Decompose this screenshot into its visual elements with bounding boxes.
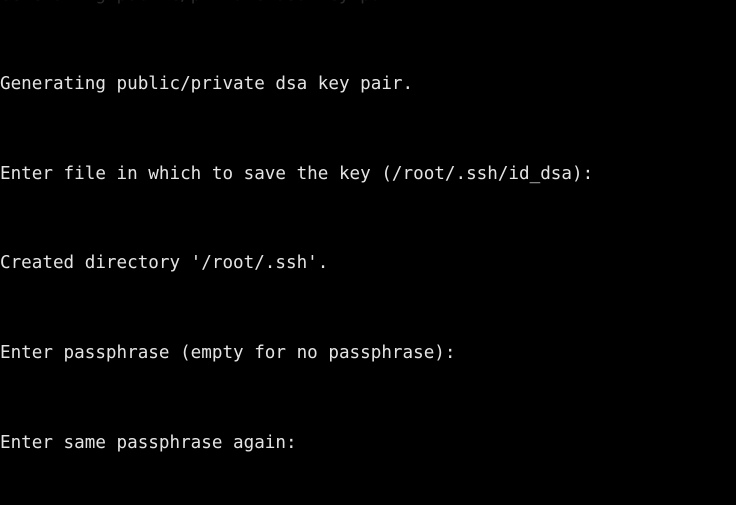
line-created-directory: Created directory '/root/.ssh'.: [0, 253, 329, 274]
terminal-output: Generating public/private dsa key pair. …: [0, 6, 736, 505]
line-enter-file: Enter file in which to save the key (/ro…: [0, 163, 594, 184]
line-enter-passphrase: Enter passphrase (empty for no passphras…: [0, 343, 456, 364]
line-generating: Generating public/private dsa key pair.: [0, 74, 414, 95]
line-enter-passphrase-again: Enter same passphrase again:: [0, 432, 297, 453]
terminal-window[interactable]: Generating public/private dsa key pair. …: [0, 0, 736, 505]
